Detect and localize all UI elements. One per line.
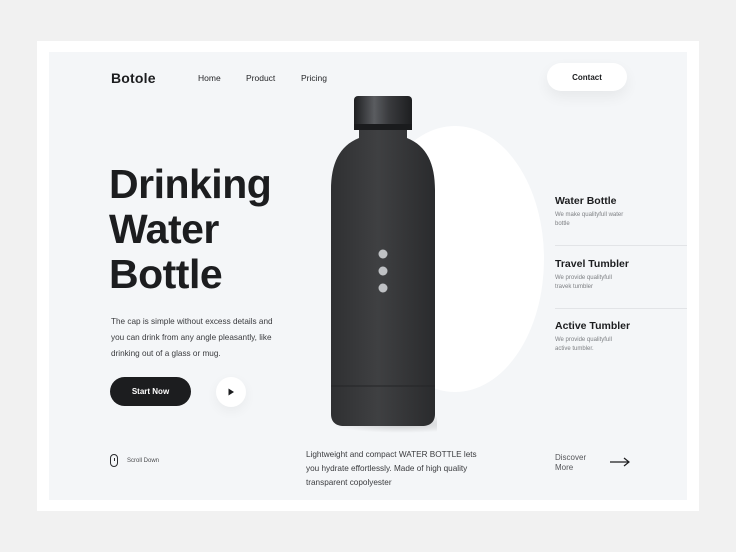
discover-line-2: More	[555, 463, 574, 472]
category-title: Travel Tumbler	[555, 258, 629, 270]
arrow-right-icon[interactable]	[609, 457, 631, 467]
start-now-button[interactable]: Start Now	[110, 377, 191, 406]
play-icon	[228, 388, 234, 396]
brand-logo[interactable]: Botole	[111, 70, 156, 86]
product-note: Lightweight and compact WATER BOTTLE let…	[306, 450, 477, 487]
discover-more-link[interactable]: Discover More	[555, 453, 586, 473]
nav-home[interactable]: Home	[198, 73, 221, 83]
water-bottle-image	[331, 96, 437, 433]
category-water-bottle[interactable]: Water Bottle We make qualityfull water b…	[555, 195, 687, 229]
scroll-down-label: Scroll Down	[127, 457, 160, 464]
hero-title-line-2: Water	[109, 206, 219, 252]
nav-pricing[interactable]: Pricing	[301, 73, 327, 83]
hero-title-line-1: Drinking	[109, 161, 272, 207]
nav-product[interactable]: Product	[246, 73, 275, 83]
category-title: Water Bottle	[555, 195, 617, 207]
category-active-tumbler[interactable]: Active Tumbler We provide qualityfull ac…	[555, 320, 687, 354]
bottle-dot	[378, 283, 388, 293]
category-title: Active Tumbler	[555, 320, 631, 332]
scroll-down-indicator[interactable]: Scroll Down	[110, 454, 159, 467]
mouse-icon	[110, 454, 118, 467]
bottle-dot	[378, 266, 388, 276]
category-divider	[555, 308, 687, 309]
hero-description: The cap is simple without excess details…	[111, 317, 273, 358]
contact-button[interactable]: Contact	[547, 63, 627, 91]
landing-page: Botole Home Product Pricing Contact Drin…	[49, 52, 687, 500]
discover-line-1: Discover	[555, 453, 587, 462]
hero-title-line-3: Bottle	[109, 251, 223, 297]
category-subtitle: We provide qualityfull active tumbler.	[555, 337, 612, 352]
bottle-dot	[378, 249, 388, 259]
hero-title: Drinking Water Bottle	[109, 161, 272, 297]
play-video-button[interactable]	[216, 377, 246, 407]
category-subtitle: We provide qualityfull travek tumbler	[555, 275, 612, 290]
category-travel-tumbler[interactable]: Travel Tumbler We provide qualityfull tr…	[555, 258, 687, 292]
category-divider	[555, 245, 687, 246]
category-subtitle: We make qualityfull water bottle	[555, 212, 624, 227]
